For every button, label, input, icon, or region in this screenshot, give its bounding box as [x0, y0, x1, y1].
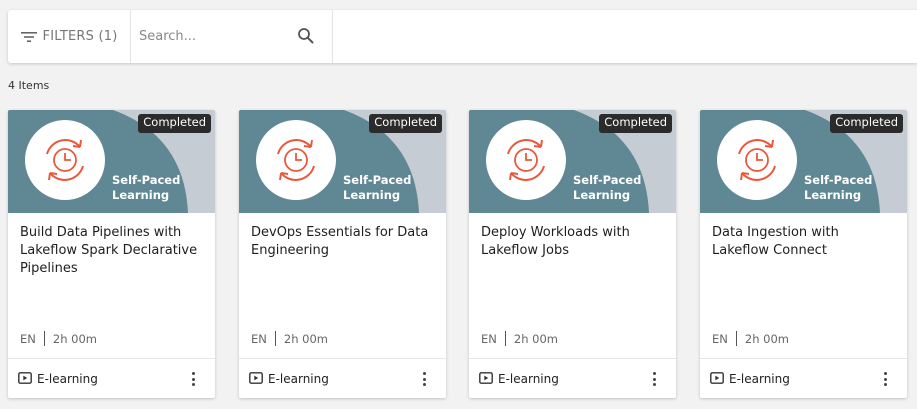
- course-thumbnail: Completed Self-Paced Learning: [700, 110, 907, 213]
- meta-divider: [735, 331, 737, 346]
- course-type: E-learning: [268, 371, 329, 386]
- course-type: E-learning: [729, 371, 790, 386]
- course-thumbnail: Completed Self-Paced Learning: [239, 110, 446, 213]
- course-card[interactable]: Completed Self-Paced Learning Deploy Wor…: [469, 110, 676, 398]
- thumbnail-label-line1: Self-Paced: [573, 173, 642, 187]
- course-title[interactable]: Build Data Pipelines with Lakeflow Spark…: [20, 224, 206, 278]
- course-language: EN: [251, 331, 267, 346]
- thumbnail-label: Self-Paced Learning: [573, 173, 641, 203]
- card-footer: E-learning: [239, 358, 446, 398]
- completed-badge: Completed: [830, 114, 903, 133]
- thumbnail-label: Self-Paced Learning: [804, 173, 872, 203]
- thumbnail-label: Self-Paced Learning: [112, 173, 180, 203]
- self-paced-clock-icon: [486, 120, 566, 204]
- course-language: EN: [712, 331, 728, 346]
- card-footer: E-learning: [469, 358, 676, 398]
- search-box: [131, 10, 333, 63]
- video-play-icon: [710, 369, 724, 388]
- thumbnail-label: Self-Paced Learning: [343, 173, 411, 203]
- course-duration: 2h 00m: [52, 331, 97, 346]
- course-type: E-learning: [498, 371, 559, 386]
- more-options-icon[interactable]: [881, 371, 889, 387]
- course-meta: EN 2h 00m: [251, 331, 328, 346]
- course-type: E-learning: [37, 371, 98, 386]
- course-card[interactable]: Completed Self-Paced Learning Data Inges…: [700, 110, 907, 398]
- self-paced-clock-icon: [25, 120, 105, 204]
- course-meta: EN 2h 00m: [20, 331, 97, 346]
- thumbnail-label-line2: Learning: [573, 188, 631, 202]
- meta-divider: [43, 331, 45, 346]
- card-footer: E-learning: [700, 358, 907, 398]
- results-count: 4 Items: [8, 79, 50, 92]
- thumbnail-label-line1: Self-Paced: [804, 173, 873, 187]
- course-thumbnail: Completed Self-Paced Learning: [8, 110, 215, 213]
- thumbnail-label-line2: Learning: [343, 188, 401, 202]
- meta-divider: [504, 331, 506, 346]
- more-options-icon[interactable]: [189, 371, 197, 387]
- course-duration: 2h 00m: [283, 331, 328, 346]
- search-icon[interactable]: [297, 27, 315, 45]
- thumbnail-label-line2: Learning: [112, 188, 170, 202]
- course-thumbnail: Completed Self-Paced Learning: [469, 110, 676, 213]
- video-play-icon: [18, 369, 32, 388]
- self-paced-clock-icon: [256, 120, 336, 204]
- thumbnail-label-line2: Learning: [804, 188, 862, 202]
- filters-label: FILTERS (1): [42, 29, 118, 44]
- course-duration: 2h 00m: [744, 331, 789, 346]
- video-play-icon: [479, 369, 493, 388]
- course-meta: EN 2h 00m: [712, 331, 789, 346]
- card-footer: E-learning: [8, 358, 215, 398]
- more-options-icon[interactable]: [420, 371, 428, 387]
- completed-badge: Completed: [369, 114, 442, 133]
- thumbnail-label-line1: Self-Paced: [343, 173, 412, 187]
- course-language: EN: [20, 331, 36, 346]
- more-options-icon[interactable]: [650, 371, 658, 387]
- filters-button[interactable]: FILTERS (1): [8, 10, 131, 63]
- completed-badge: Completed: [599, 114, 672, 133]
- course-meta: EN 2h 00m: [481, 331, 558, 346]
- course-title[interactable]: DevOps Essentials for Data Engineering: [251, 224, 437, 260]
- meta-divider: [274, 331, 276, 346]
- search-input[interactable]: [131, 29, 291, 44]
- thumbnail-label-line1: Self-Paced: [112, 173, 181, 187]
- course-card[interactable]: Completed Self-Paced Learning Build Data…: [8, 110, 215, 398]
- course-card[interactable]: Completed Self-Paced Learning DevOps Ess…: [239, 110, 446, 398]
- course-title[interactable]: Deploy Workloads with Lakeflow Jobs: [481, 224, 667, 260]
- completed-badge: Completed: [138, 114, 211, 133]
- video-play-icon: [249, 369, 263, 388]
- course-title[interactable]: Data Ingestion with Lakeflow Connect: [712, 224, 898, 260]
- course-language: EN: [481, 331, 497, 346]
- self-paced-clock-icon: [717, 120, 797, 204]
- filter-lines-icon: [20, 31, 37, 43]
- toolbar: FILTERS (1): [8, 10, 917, 63]
- course-duration: 2h 00m: [513, 331, 558, 346]
